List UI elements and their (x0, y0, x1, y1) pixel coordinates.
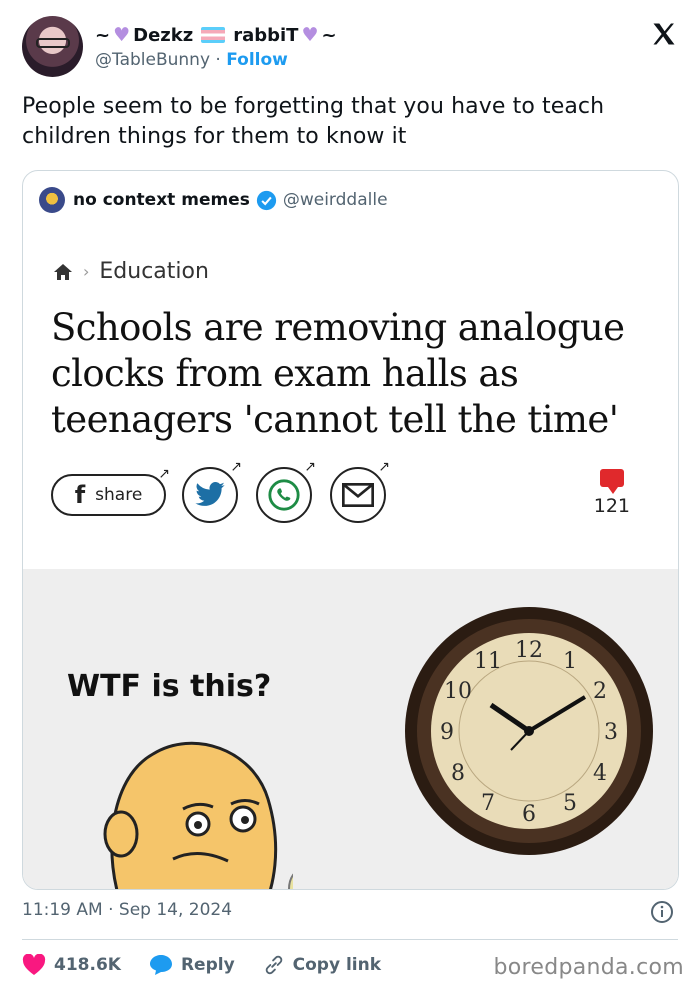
watermark: boredpanda.com (493, 955, 684, 980)
author-name[interactable]: ~ ♥ Dezkz rabbiT ♥ ~ (95, 23, 337, 47)
comment-count: 121 (594, 469, 630, 517)
quoted-name: no context memes (73, 190, 250, 210)
tweet-timestamp[interactable]: 11:19 AM · Sep 14, 2024 (22, 900, 232, 920)
info-icon[interactable] (650, 900, 674, 924)
trans-flag-icon (201, 27, 226, 43)
like-count: 418.6K (54, 955, 121, 975)
purple-heart-icon: ♥ (113, 24, 131, 46)
external-arrow-icon: ↗ (304, 459, 316, 475)
clock-numeral: 9 (440, 720, 454, 745)
share-bar: f share ↗ ↗ ↗ ↗ (51, 459, 404, 523)
whatsapp-share-button: ↗ (256, 459, 316, 523)
author-handle-row: @TableBunny · Follow (95, 50, 288, 70)
whatsapp-icon (268, 479, 300, 511)
analogue-clock-icon: 12 12 3 45 6 78 9 1011 (405, 607, 653, 855)
divider (22, 939, 678, 940)
clock-numeral: 10 (444, 679, 472, 704)
clock-numeral: 3 (604, 720, 618, 745)
author-avatar[interactable] (22, 16, 83, 77)
clock-numeral: 11 (474, 649, 502, 674)
external-arrow-icon: ↗ (158, 466, 170, 482)
quoted-handle: @weirddalle (282, 190, 388, 210)
quoted-avatar (39, 187, 65, 213)
external-arrow-icon: ↗ (378, 459, 390, 475)
external-arrow-icon: ↗ (230, 459, 242, 475)
clock-numeral: 12 (515, 638, 543, 663)
tweet-text: People seem to be forgetting that you ha… (22, 94, 605, 149)
envelope-icon (342, 483, 374, 507)
home-icon (54, 263, 72, 280)
clock-numeral: 5 (563, 791, 577, 816)
tweet-header: ~ ♥ Dezkz rabbiT ♥ ~ @TableBunny · Follo… (22, 16, 682, 80)
clock-numeral: 1 (563, 649, 577, 674)
like-button[interactable]: 418.6K (22, 954, 121, 976)
confused-face-icon (103, 741, 293, 889)
chevron-right-icon: › (83, 262, 90, 281)
article-screenshot: › Education Schools are removing analogu… (23, 229, 678, 569)
purple-heart-icon: ♥ (301, 24, 319, 46)
copy-link-label: Copy link (292, 955, 382, 975)
reply-button[interactable]: Reply (149, 954, 235, 976)
article-headline: Schools are removing analogue clocks fro… (51, 306, 625, 441)
facebook-share-button: f share ↗ (51, 466, 170, 516)
meme-caption: WTF is this? (67, 669, 272, 704)
clock-numeral: 7 (481, 791, 495, 816)
x-logo-icon[interactable] (650, 20, 678, 48)
clock-numeral: 6 (522, 802, 536, 827)
share-label: share (95, 485, 143, 505)
action-bar: 418.6K Reply Copy link (22, 950, 409, 980)
reply-bubble-icon (149, 955, 172, 975)
reply-label: Reply (180, 955, 235, 975)
author-handle[interactable]: @TableBunny (95, 50, 210, 70)
follow-button[interactable]: Follow (226, 50, 288, 70)
clock-numeral: 2 (593, 679, 607, 704)
link-icon (265, 955, 282, 975)
breadcrumb: › Education (53, 259, 209, 284)
email-share-button: ↗ (330, 459, 390, 523)
clock-numeral: 4 (593, 761, 607, 786)
twitter-share-button: ↗ (182, 459, 242, 523)
copy-link-button[interactable]: Copy link (263, 954, 381, 976)
twitter-bird-icon (195, 482, 225, 506)
quoted-tweet[interactable]: no context memes @weirddalle › Education… (22, 170, 679, 890)
clock-numeral: 8 (451, 761, 465, 786)
quoted-header: no context memes @weirddalle (39, 187, 388, 213)
facebook-icon: f (74, 481, 86, 509)
heart-icon (22, 954, 46, 975)
verified-badge-icon (256, 190, 276, 210)
breadcrumb-label: Education (99, 259, 209, 284)
meme-image: WTF is this? 12 1 2 3 4 5 6 7 8 9 10 11 (23, 569, 678, 889)
comment-bubble-icon (599, 469, 624, 494)
